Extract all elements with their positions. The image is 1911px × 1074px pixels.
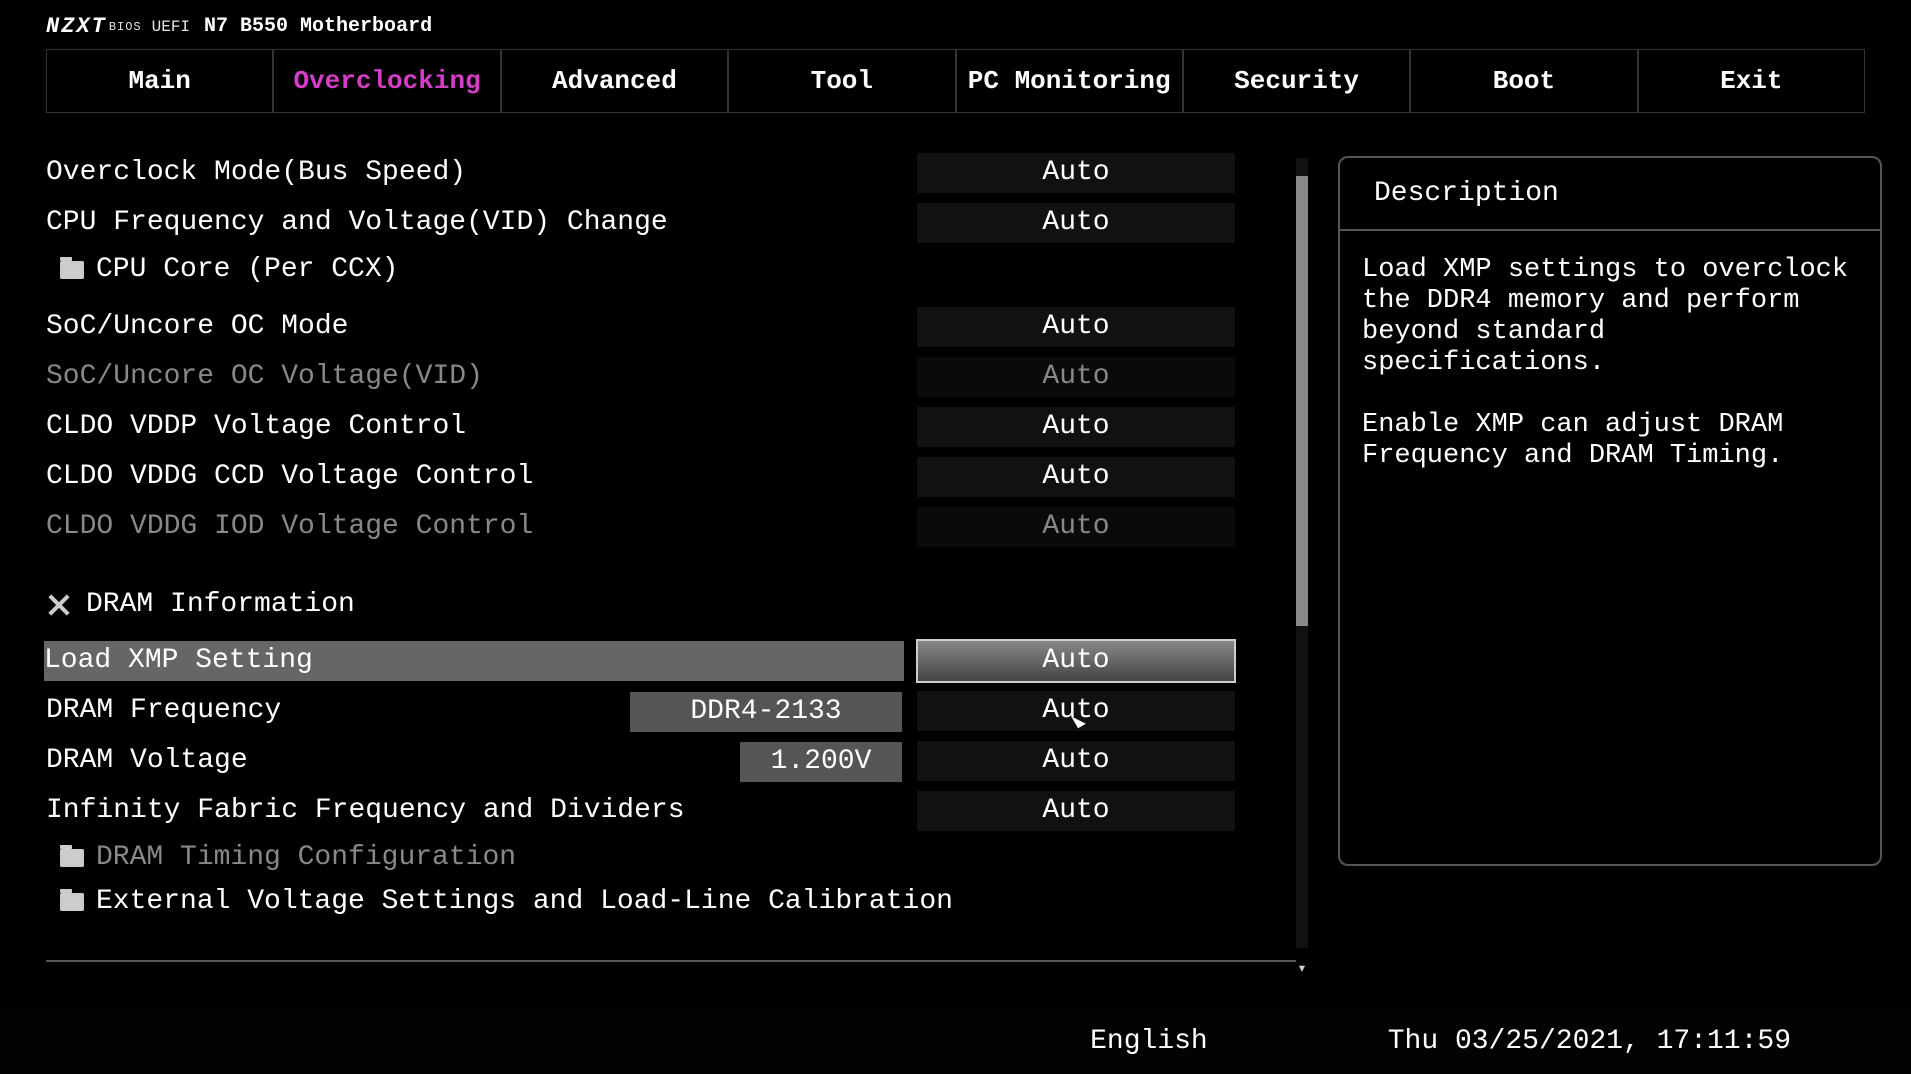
- board-name: N7 B550 Motherboard: [204, 15, 432, 38]
- setting-value: Auto: [916, 506, 1236, 548]
- tab-boot[interactable]: Boot: [1410, 49, 1637, 113]
- setting-label: Overclock Mode(Bus Speed): [46, 159, 916, 187]
- section-label: DRAM Information: [86, 591, 355, 619]
- section-dram-info: DRAM Information: [46, 580, 1316, 630]
- submenu-label: DRAM Timing Configuration: [96, 844, 516, 872]
- setting-soc-oc-mode[interactable]: SoC/Uncore OC Mode Auto: [46, 302, 1316, 352]
- setting-label: Infinity Fabric Frequency and Dividers: [46, 797, 916, 825]
- setting-cldo-vddp[interactable]: CLDO VDDP Voltage Control Auto: [46, 402, 1316, 452]
- tab-main[interactable]: Main: [46, 49, 273, 113]
- setting-value[interactable]: Auto: [916, 202, 1236, 244]
- setting-label: SoC/Uncore OC Mode: [46, 313, 916, 341]
- submenu-cpu-core-ccx[interactable]: CPU Core (Per CCX): [46, 248, 1316, 292]
- folder-icon: [60, 893, 84, 911]
- submenu-dram-timing[interactable]: DRAM Timing Configuration: [46, 836, 1316, 880]
- folder-icon: [60, 261, 84, 279]
- tab-advanced[interactable]: Advanced: [501, 49, 728, 113]
- description-title: Description: [1340, 158, 1880, 231]
- settings-panel: Overclock Mode(Bus Speed) Auto CPU Frequ…: [46, 148, 1316, 948]
- submenu-external-voltage[interactable]: External Voltage Settings and Load-Line …: [46, 880, 1316, 924]
- setting-readout: 1.200V: [740, 742, 902, 782]
- bios-header: NZXT BIOS UEFI N7 B550 Motherboard: [0, 0, 1911, 49]
- setting-load-xmp[interactable]: Load XMP Setting Auto: [46, 636, 1316, 686]
- tab-overclocking[interactable]: Overclocking: [273, 49, 500, 113]
- folder-icon: [60, 849, 84, 867]
- setting-value[interactable]: Auto: [916, 639, 1236, 683]
- brand-bios-text: BIOS: [109, 20, 142, 34]
- setting-label: CLDO VDDG CCD Voltage Control: [46, 463, 916, 491]
- setting-value[interactable]: Auto: [916, 306, 1236, 348]
- setting-value[interactable]: Auto: [916, 152, 1236, 194]
- setting-value[interactable]: Auto: [916, 406, 1236, 448]
- brand-logo: NZXT: [46, 14, 107, 39]
- setting-value[interactable]: Auto: [916, 740, 1236, 782]
- setting-dram-frequency[interactable]: DRAM Frequency Auto DDR4-2133: [46, 686, 1316, 736]
- setting-value[interactable]: Auto: [916, 456, 1236, 498]
- setting-label: CPU Frequency and Voltage(VID) Change: [46, 209, 916, 237]
- divider: [46, 960, 1296, 962]
- submenu-label: CPU Core (Per CCX): [96, 256, 398, 284]
- setting-infinity-fabric[interactable]: Infinity Fabric Frequency and Dividers A…: [46, 786, 1316, 836]
- tab-security[interactable]: Security: [1183, 49, 1410, 113]
- tools-icon: [46, 592, 72, 618]
- setting-dram-voltage[interactable]: DRAM Voltage Auto 1.200V: [46, 736, 1316, 786]
- scrollbar[interactable]: [1296, 158, 1308, 948]
- setting-label-text: Load XMP Setting: [44, 641, 904, 681]
- submenu-label: External Voltage Settings and Load-Line …: [96, 888, 953, 916]
- setting-label: Load XMP Setting: [46, 641, 916, 681]
- tab-pc-monitoring[interactable]: PC Monitoring: [956, 49, 1183, 113]
- setting-overclock-mode[interactable]: Overclock Mode(Bus Speed) Auto: [46, 148, 1316, 198]
- language-selector[interactable]: English: [1090, 1026, 1208, 1057]
- setting-cpu-freq-vid[interactable]: CPU Frequency and Voltage(VID) Change Au…: [46, 198, 1316, 248]
- footer: English Thu 03/25/2021, 17:11:59: [0, 1008, 1911, 1074]
- scroll-down-arrow-icon[interactable]: ▾: [1293, 958, 1311, 972]
- datetime: Thu 03/25/2021, 17:11:59: [1388, 1026, 1791, 1057]
- tab-exit[interactable]: Exit: [1638, 49, 1865, 113]
- scrollbar-thumb[interactable]: [1296, 176, 1308, 626]
- setting-value[interactable]: Auto: [916, 790, 1236, 832]
- main-tabs: Main Overclocking Advanced Tool PC Monit…: [0, 49, 1911, 113]
- setting-label: CLDO VDDG IOD Voltage Control: [46, 513, 916, 541]
- description-body: Load XMP settings to overclock the DDR4 …: [1340, 231, 1880, 496]
- setting-label: CLDO VDDP Voltage Control: [46, 413, 916, 441]
- setting-label: SoC/Uncore OC Voltage(VID): [46, 363, 916, 391]
- setting-cldo-vddg-iod: CLDO VDDG IOD Voltage Control Auto: [46, 502, 1316, 552]
- setting-value: Auto: [916, 356, 1236, 398]
- description-panel: Description Load XMP settings to overclo…: [1338, 156, 1882, 866]
- setting-cldo-vddg-ccd[interactable]: CLDO VDDG CCD Voltage Control Auto: [46, 452, 1316, 502]
- brand-uefi-text: UEFI: [152, 18, 190, 36]
- setting-readout: DDR4-2133: [630, 692, 902, 732]
- setting-soc-oc-voltage: SoC/Uncore OC Voltage(VID) Auto: [46, 352, 1316, 402]
- tab-tool[interactable]: Tool: [728, 49, 955, 113]
